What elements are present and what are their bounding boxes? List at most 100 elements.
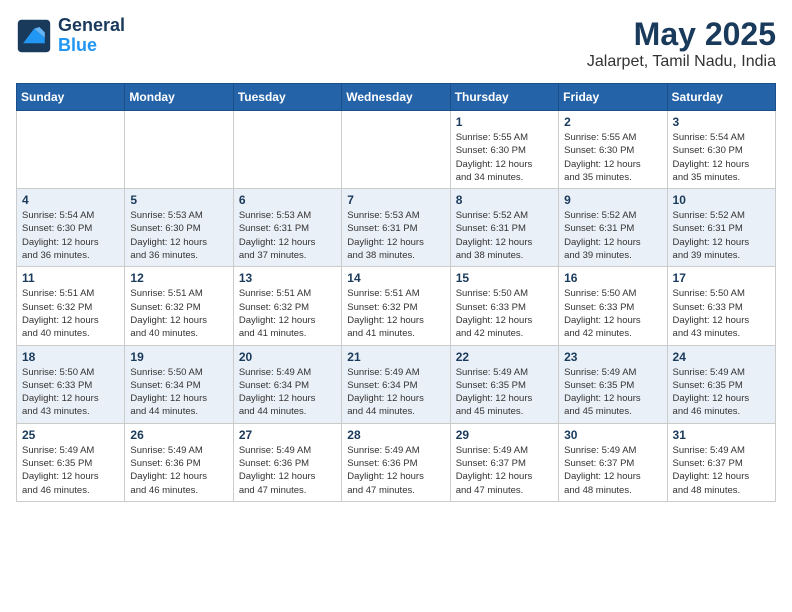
day-info: Sunrise: 5:50 AM Sunset: 6:33 PM Dayligh… (673, 287, 770, 340)
page-subtitle: Jalarpet, Tamil Nadu, India (587, 53, 776, 71)
day-info: Sunrise: 5:54 AM Sunset: 6:30 PM Dayligh… (673, 131, 770, 184)
calendar-cell: 18 Sunrise: 5:50 AM Sunset: 6:33 PM Dayli… (17, 345, 125, 423)
calendar-cell: 19Sunrise: 5:50 AM Sunset: 6:34 PM Dayli… (125, 345, 233, 423)
day-number: 8 (456, 193, 553, 207)
day-number: 27 (239, 428, 336, 442)
day-number: 26 (130, 428, 227, 442)
day-info: Sunrise: 5:51 AM Sunset: 6:32 PM Dayligh… (347, 287, 444, 340)
logo: General Blue (16, 16, 125, 56)
calendar-cell: 16 Sunrise: 5:50 AM Sunset: 6:33 PM Dayli… (559, 267, 667, 345)
day-info: Sunrise: 5:51 AM Sunset: 6:32 PM Dayligh… (239, 287, 336, 340)
calendar-cell (342, 111, 450, 189)
day-number: 2 (564, 115, 661, 129)
day-info: Sunrise: 5:50 AM Sunset: 6:33 PM Dayligh… (22, 366, 119, 419)
day-info: Sunrise: 5:53 AM Sunset: 6:31 PM Dayligh… (347, 209, 444, 262)
calendar-day-header: Sunday (17, 84, 125, 111)
day-info: Sunrise: 5:49 AM Sunset: 6:37 PM Dayligh… (456, 444, 553, 497)
day-number: 22 (456, 350, 553, 364)
calendar-cell: 1Sunrise: 5:55 AM Sunset: 6:30 PM Daylig… (450, 111, 558, 189)
day-number: 16 (564, 271, 661, 285)
calendar-week-row: 25Sunrise: 5:49 AM Sunset: 6:35 PM Dayli… (17, 423, 776, 501)
day-number: 24 (673, 350, 770, 364)
calendar-cell: 23 Sunrise: 5:49 AM Sunset: 6:35 PM Dayli… (559, 345, 667, 423)
day-info: Sunrise: 5:51 AM Sunset: 6:32 PM Dayligh… (22, 287, 119, 340)
calendar-day-header: Saturday (667, 84, 775, 111)
day-info: Sunrise: 5:52 AM Sunset: 6:31 PM Dayligh… (564, 209, 661, 262)
calendar-cell: 7Sunrise: 5:53 AM Sunset: 6:31 PM Daylig… (342, 189, 450, 267)
day-info: Sunrise: 5:53 AM Sunset: 6:30 PM Dayligh… (130, 209, 227, 262)
day-info: Sunrise: 5:49 AM Sunset: 6:37 PM Dayligh… (673, 444, 770, 497)
day-number: 31 (673, 428, 770, 442)
calendar-day-header: Wednesday (342, 84, 450, 111)
calendar-cell: 25Sunrise: 5:49 AM Sunset: 6:35 PM Dayli… (17, 423, 125, 501)
calendar-cell: 29 Sunrise: 5:49 AM Sunset: 6:37 PM Dayli… (450, 423, 558, 501)
logo-text: General Blue (58, 16, 125, 56)
calendar-cell: 21Sunrise: 5:49 AM Sunset: 6:34 PM Dayli… (342, 345, 450, 423)
calendar-table: SundayMondayTuesdayWednesdayThursdayFrid… (16, 83, 776, 502)
day-info: Sunrise: 5:49 AM Sunset: 6:36 PM Dayligh… (239, 444, 336, 497)
day-info: Sunrise: 5:49 AM Sunset: 6:34 PM Dayligh… (239, 366, 336, 419)
day-info: Sunrise: 5:49 AM Sunset: 6:35 PM Dayligh… (456, 366, 553, 419)
day-number: 4 (22, 193, 119, 207)
day-number: 11 (22, 271, 119, 285)
calendar-cell: 24 Sunrise: 5:49 AM Sunset: 6:35 PM Dayli… (667, 345, 775, 423)
day-number: 25 (22, 428, 119, 442)
day-number: 15 (456, 271, 553, 285)
page-header: General Blue May 2025 Jalarpet, Tamil Na… (16, 16, 776, 71)
calendar-cell: 22 Sunrise: 5:49 AM Sunset: 6:35 PM Dayli… (450, 345, 558, 423)
day-number: 18 (22, 350, 119, 364)
day-info: Sunrise: 5:55 AM Sunset: 6:30 PM Dayligh… (456, 131, 553, 184)
calendar-cell: 28Sunrise: 5:49 AM Sunset: 6:36 PM Dayli… (342, 423, 450, 501)
calendar-cell: 5Sunrise: 5:53 AM Sunset: 6:30 PM Daylig… (125, 189, 233, 267)
calendar-cell: 12Sunrise: 5:51 AM Sunset: 6:32 PM Dayli… (125, 267, 233, 345)
calendar-week-row: 11 Sunrise: 5:51 AM Sunset: 6:32 PM Dayli… (17, 267, 776, 345)
day-info: Sunrise: 5:49 AM Sunset: 6:35 PM Dayligh… (564, 366, 661, 419)
calendar-cell: 27 Sunrise: 5:49 AM Sunset: 6:36 PM Dayli… (233, 423, 341, 501)
day-number: 6 (239, 193, 336, 207)
logo-line2: Blue (58, 36, 125, 56)
day-info: Sunrise: 5:51 AM Sunset: 6:32 PM Dayligh… (130, 287, 227, 340)
logo-line1: General (58, 16, 125, 36)
day-number: 10 (673, 193, 770, 207)
day-info: Sunrise: 5:49 AM Sunset: 6:37 PM Dayligh… (564, 444, 661, 497)
day-info: Sunrise: 5:49 AM Sunset: 6:36 PM Dayligh… (130, 444, 227, 497)
logo-icon (16, 18, 52, 54)
day-number: 23 (564, 350, 661, 364)
calendar-cell: 31 Sunrise: 5:49 AM Sunset: 6:37 PM Dayli… (667, 423, 775, 501)
calendar-week-row: 1Sunrise: 5:55 AM Sunset: 6:30 PM Daylig… (17, 111, 776, 189)
title-block: May 2025 Jalarpet, Tamil Nadu, India (587, 16, 776, 71)
day-info: Sunrise: 5:50 AM Sunset: 6:33 PM Dayligh… (456, 287, 553, 340)
day-info: Sunrise: 5:55 AM Sunset: 6:30 PM Dayligh… (564, 131, 661, 184)
calendar-cell: 4 Sunrise: 5:54 AM Sunset: 6:30 PM Daylig… (17, 189, 125, 267)
day-number: 17 (673, 271, 770, 285)
day-number: 28 (347, 428, 444, 442)
day-number: 29 (456, 428, 553, 442)
calendar-cell (17, 111, 125, 189)
calendar-day-header: Thursday (450, 84, 558, 111)
day-number: 14 (347, 271, 444, 285)
calendar-cell: 30Sunrise: 5:49 AM Sunset: 6:37 PM Dayli… (559, 423, 667, 501)
calendar-cell: 9 Sunrise: 5:52 AM Sunset: 6:31 PM Daylig… (559, 189, 667, 267)
day-info: Sunrise: 5:50 AM Sunset: 6:33 PM Dayligh… (564, 287, 661, 340)
day-info: Sunrise: 5:52 AM Sunset: 6:31 PM Dayligh… (673, 209, 770, 262)
calendar-week-row: 18 Sunrise: 5:50 AM Sunset: 6:33 PM Dayli… (17, 345, 776, 423)
calendar-cell: 3 Sunrise: 5:54 AM Sunset: 6:30 PM Daylig… (667, 111, 775, 189)
calendar-cell: 15 Sunrise: 5:50 AM Sunset: 6:33 PM Dayli… (450, 267, 558, 345)
calendar-cell: 2 Sunrise: 5:55 AM Sunset: 6:30 PM Daylig… (559, 111, 667, 189)
calendar-header-row: SundayMondayTuesdayWednesdayThursdayFrid… (17, 84, 776, 111)
day-number: 3 (673, 115, 770, 129)
calendar-week-row: 4 Sunrise: 5:54 AM Sunset: 6:30 PM Daylig… (17, 189, 776, 267)
calendar-cell: 10 Sunrise: 5:52 AM Sunset: 6:31 PM Dayli… (667, 189, 775, 267)
day-info: Sunrise: 5:49 AM Sunset: 6:34 PM Dayligh… (347, 366, 444, 419)
day-number: 9 (564, 193, 661, 207)
day-info: Sunrise: 5:49 AM Sunset: 6:35 PM Dayligh… (673, 366, 770, 419)
day-info: Sunrise: 5:53 AM Sunset: 6:31 PM Dayligh… (239, 209, 336, 262)
calendar-cell: 13Sunrise: 5:51 AM Sunset: 6:32 PM Dayli… (233, 267, 341, 345)
calendar-day-header: Monday (125, 84, 233, 111)
calendar-cell: 14 Sunrise: 5:51 AM Sunset: 6:32 PM Dayli… (342, 267, 450, 345)
day-number: 20 (239, 350, 336, 364)
calendar-day-header: Friday (559, 84, 667, 111)
day-info: Sunrise: 5:54 AM Sunset: 6:30 PM Dayligh… (22, 209, 119, 262)
page-title: May 2025 (587, 16, 776, 53)
calendar-cell (233, 111, 341, 189)
